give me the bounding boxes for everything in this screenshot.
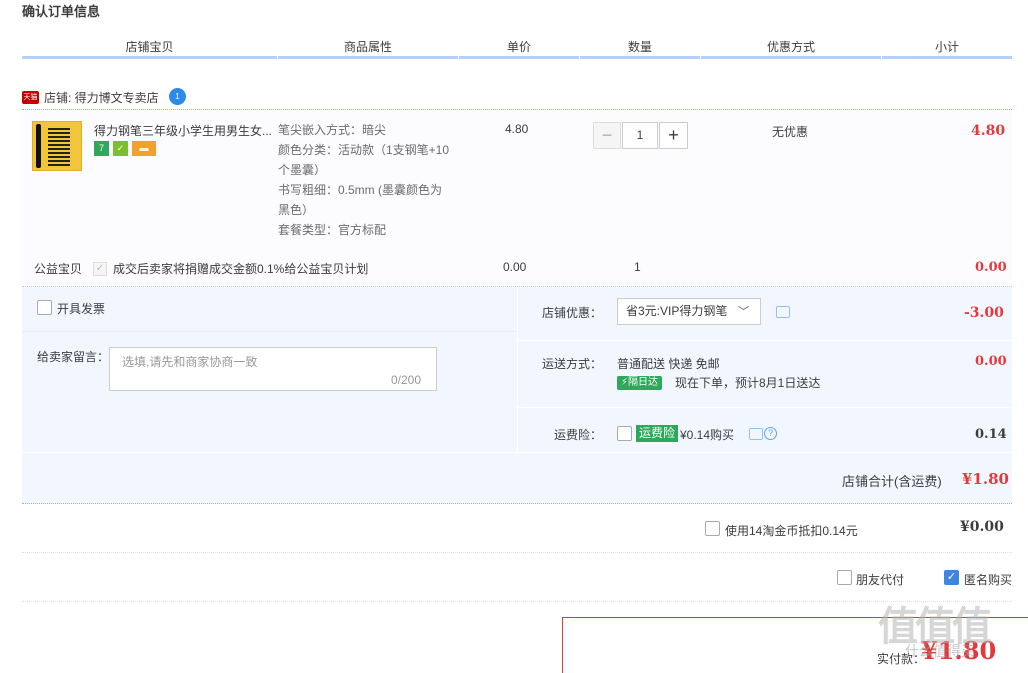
- quantity-input[interactable]: 1: [622, 122, 658, 149]
- product-attribute: 黑色）: [278, 203, 315, 217]
- shop-discount-label: 店铺优惠：: [542, 306, 603, 320]
- coins-checkbox[interactable]: [705, 521, 720, 536]
- ink-cartridges-image-icon: [48, 128, 70, 166]
- help-icon[interactable]: ?: [764, 427, 777, 440]
- discount-info-icon[interactable]: [776, 306, 790, 318]
- product-attribute: 书写粗细：0.5mm (墨囊颜色为: [278, 183, 443, 197]
- credit-card-icon[interactable]: ▬: [132, 141, 156, 156]
- anonymous-checkbox[interactable]: ✓: [944, 570, 959, 585]
- col-header-discount: 优惠方式: [766, 40, 815, 54]
- col-header-quantity: 数量: [627, 40, 652, 54]
- divider: [517, 340, 1012, 341]
- divider: [22, 601, 1012, 602]
- header-underline: [278, 56, 458, 59]
- insurance-info-icon[interactable]: [749, 428, 763, 440]
- pen-image-icon: [36, 124, 41, 168]
- charity-subtotal: 0.00: [975, 260, 1007, 275]
- item-subtotal: 4.80: [971, 123, 1006, 139]
- shop-total-amount: ¥1.80: [962, 470, 1009, 488]
- shop-discount-amount: -3.00: [964, 305, 1004, 321]
- message-char-counter: 0/200: [391, 373, 422, 387]
- shipping-method: 普通配送 快递 免邮: [617, 357, 720, 371]
- quantity-decrease-button[interactable]: −: [593, 122, 621, 149]
- header-underline: [580, 56, 700, 59]
- col-header-subtotal: 小计: [934, 40, 959, 54]
- divider: [517, 407, 1012, 408]
- coins-amount: ¥0.00: [960, 519, 1004, 535]
- friend-pay-checkbox[interactable]: [837, 570, 852, 585]
- invoice-label: 开具发票: [57, 302, 106, 316]
- coins-label: 使用14淘金币抵扣0.14元: [725, 524, 858, 538]
- insurance-checkbox[interactable]: [617, 426, 632, 441]
- col-header-shop-item: 店铺宝贝: [125, 40, 174, 54]
- wangwang-chat-icon[interactable]: 1: [169, 88, 186, 105]
- divider: [22, 331, 517, 332]
- quantity-increase-button[interactable]: +: [659, 122, 688, 149]
- anonymous-label: 匿名购买: [964, 573, 1013, 587]
- insurance-label: 运费险：: [554, 428, 603, 442]
- divider: [517, 287, 518, 453]
- product-name-link[interactable]: 得力钢笔三年级小学生用男生女...: [94, 122, 274, 139]
- insurance-amount: 0.14: [975, 427, 1007, 442]
- divider: [22, 452, 1012, 453]
- header-underline: [22, 56, 277, 59]
- message-placeholder: 选填,请先和商家协商一致: [122, 355, 258, 369]
- shop-total-label: 店铺合计(含运费): [842, 474, 942, 489]
- charity-label: 公益宝贝: [34, 262, 83, 276]
- charity-quantity: 1: [634, 260, 641, 274]
- product-attribute: 颜色分类：活动款（1支钢笔+10: [278, 143, 450, 157]
- quality-guarantee-icon[interactable]: ✓: [113, 141, 128, 156]
- friend-pay-label: 朋友代付: [856, 573, 905, 587]
- tmall-icon: 天猫: [22, 91, 39, 104]
- delivery-eta: 现在下单，预计8月1日送达: [675, 376, 821, 390]
- message-label: 给卖家留言：: [37, 350, 110, 364]
- next-day-delivery-badge: ⚡隔日达: [617, 376, 663, 390]
- header-underline: [882, 56, 1012, 59]
- header-underline: [459, 56, 579, 59]
- product-attribute: 笔尖嵌入方式：暗尖: [278, 123, 387, 137]
- charity-text: 成交后卖家将捐赠成交金额0.1%给公益宝贝计划: [113, 262, 369, 276]
- insurance-price: ¥0.14购买: [680, 428, 735, 442]
- product-attribute: 个墨囊）: [278, 163, 327, 177]
- col-header-price: 单价: [506, 40, 531, 54]
- col-header-attributes: 商品属性: [343, 40, 392, 54]
- product-attribute: 套餐类型：官方标配: [278, 223, 387, 237]
- shipping-amount: 0.00: [975, 354, 1007, 369]
- charity-checkbox: ✓: [93, 262, 107, 276]
- unit-price: 4.80: [505, 122, 529, 136]
- charity-price: 0.00: [503, 260, 527, 274]
- discount-method: 无优惠: [772, 125, 809, 139]
- seven-day-return-icon[interactable]: 7: [94, 141, 109, 156]
- chevron-down-icon: ﹀: [738, 306, 749, 318]
- insurance-badge: 运费险: [636, 425, 679, 442]
- page-title: 确认订单信息: [22, 4, 101, 19]
- divider: [22, 552, 1012, 553]
- header-underline: [701, 56, 881, 59]
- shipping-label: 运送方式：: [542, 357, 603, 371]
- shop-name-link[interactable]: 店铺: 得力博文专卖店: [44, 89, 159, 106]
- watermark-subtext: 什么值得买: [905, 643, 975, 659]
- invoice-checkbox[interactable]: [37, 300, 52, 315]
